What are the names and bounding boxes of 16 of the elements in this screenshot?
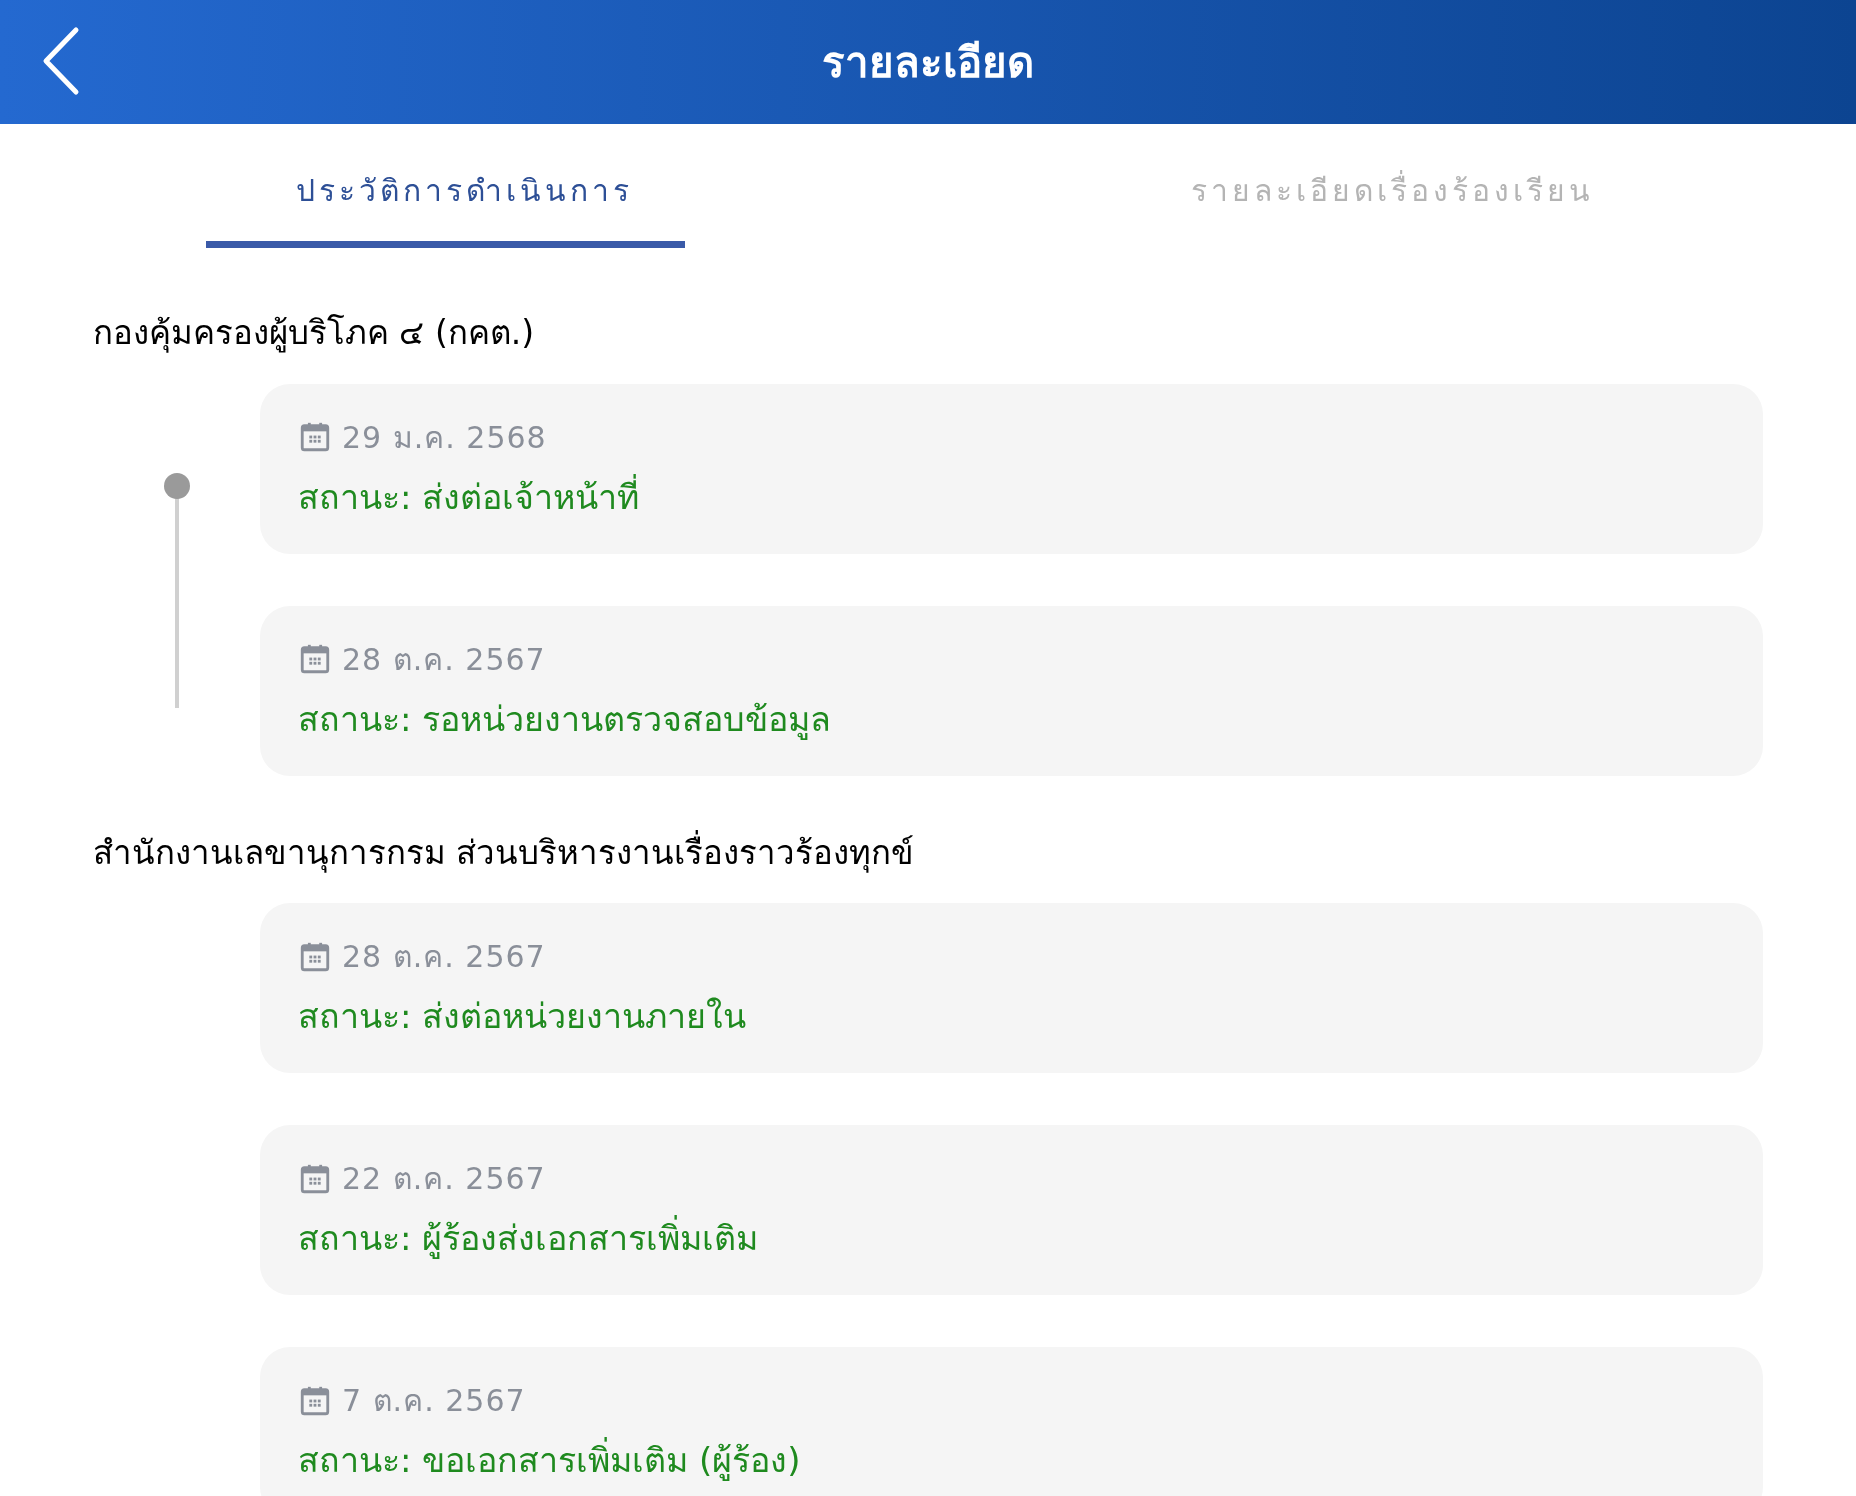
tab[interactable]: ประวัติการดำเนินการ	[0, 124, 928, 256]
entry-date: 22 ต.ค. 2567	[342, 1160, 546, 1198]
entry-status: สถานะ: ผู้ร้องส่งเอกสารเพิ่มเติม	[298, 1213, 1725, 1264]
entry-date: 29 ม.ค. 2568	[342, 418, 547, 457]
calendar-icon	[298, 642, 332, 676]
page-title: รายละเอียด	[822, 36, 1034, 89]
entry-date: 28 ต.ค. 2567	[342, 640, 546, 679]
calendar-icon	[298, 420, 332, 454]
entry-status: สถานะ: ขอเอกสารเพิ่มเติม (ผู้ร้อง)	[298, 1435, 1725, 1486]
entry-date: 28 ต.ค. 2567	[342, 938, 546, 976]
entry-status: สถานะ: รอหน่วยงานตรวจสอบข้อมูล	[298, 697, 833, 742]
group-heading: กองคุ้มครองผู้บริโภค ๔ (กคต.)	[93, 312, 536, 355]
entry-status: สถานะ: ส่งต่อเจ้าหน้าที่	[298, 473, 641, 519]
group-heading: สำนักงานเลขานุการกรม ส่วนบริหารงานเรื่องราวร้องทุกข์	[93, 829, 916, 875]
entry-date: 7 ต.ค. 2567	[342, 1382, 526, 1420]
entry-status: สถานะ: ส่งต่อหน่วยงานภายใน	[298, 995, 748, 1038]
